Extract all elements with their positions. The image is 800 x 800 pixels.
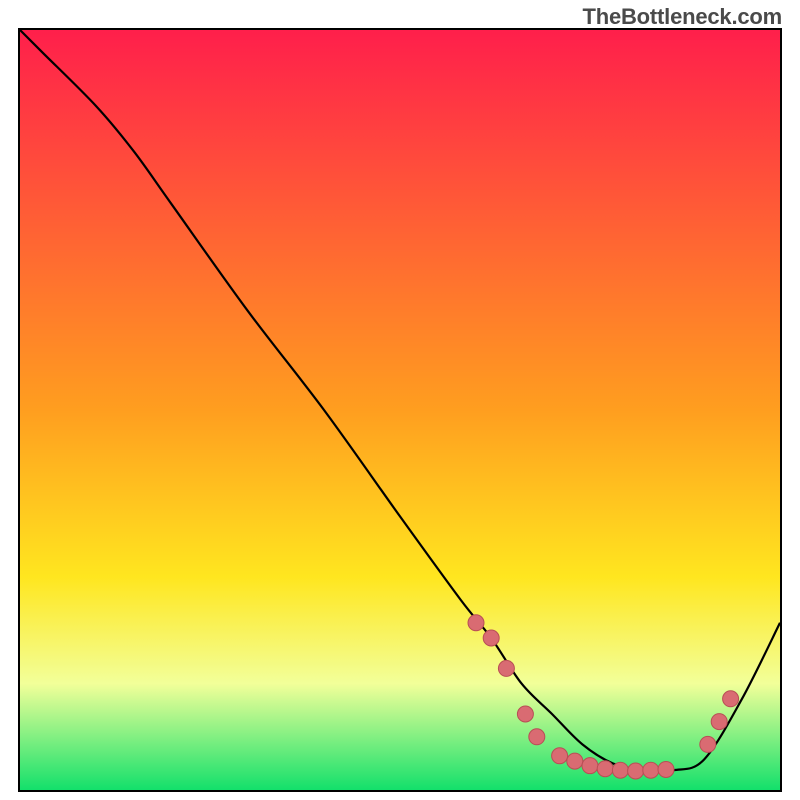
highlight-dot [498, 660, 514, 676]
highlight-dot [597, 761, 613, 777]
highlight-dot [658, 761, 674, 777]
highlight-dot [529, 729, 545, 745]
highlight-dot [483, 630, 499, 646]
highlight-dot [517, 706, 533, 722]
highlight-dot [468, 615, 484, 631]
highlight-dot [552, 748, 568, 764]
plot-area [18, 28, 782, 792]
highlight-dot [723, 691, 739, 707]
chart-bg [20, 30, 780, 790]
highlight-dot [700, 736, 716, 752]
highlight-dot [643, 762, 659, 778]
highlight-dot [567, 753, 583, 769]
highlight-dot [582, 758, 598, 774]
highlight-dot [711, 714, 727, 730]
highlight-dot [612, 762, 628, 778]
chart-svg [20, 30, 780, 790]
watermark-label: TheBottleneck.com [582, 4, 782, 30]
highlight-dot [628, 763, 644, 779]
chart-frame: TheBottleneck.com [0, 0, 800, 800]
